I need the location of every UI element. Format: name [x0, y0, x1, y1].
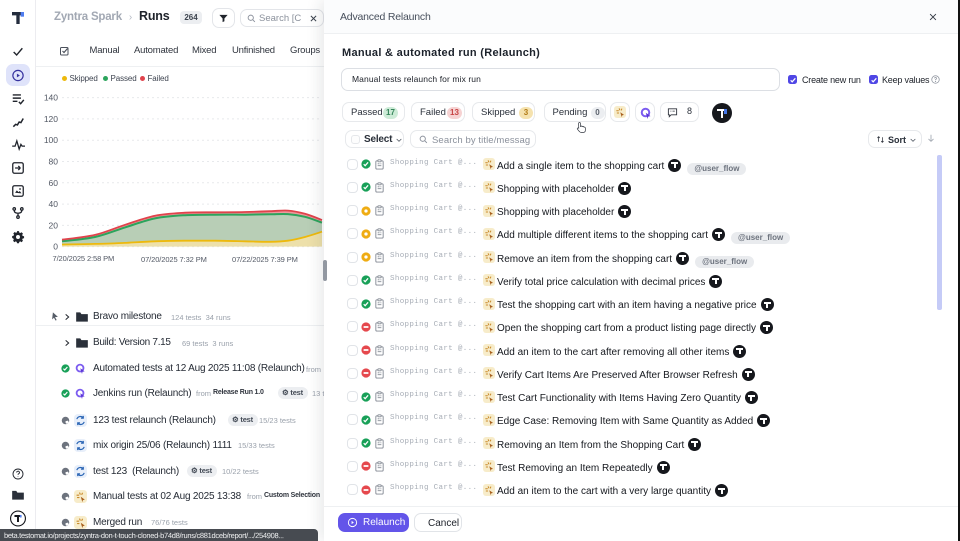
- svg-text:07/20/2025 7:32 PM: 07/20/2025 7:32 PM: [141, 255, 207, 264]
- svg-text:7/20/2025 2:58 PM: 7/20/2025 2:58 PM: [53, 254, 115, 263]
- svg-text:07/22/2025 7:39 PM: 07/22/2025 7:39 PM: [232, 255, 298, 264]
- svg-text:140: 140: [44, 93, 58, 103]
- svg-text:40: 40: [49, 199, 59, 209]
- svg-text:120: 120: [44, 114, 58, 124]
- svg-text:60: 60: [49, 178, 59, 188]
- svg-text:20: 20: [49, 220, 59, 230]
- svg-text:0: 0: [53, 242, 58, 252]
- svg-text:80: 80: [49, 157, 59, 167]
- svg-text:100: 100: [44, 135, 58, 145]
